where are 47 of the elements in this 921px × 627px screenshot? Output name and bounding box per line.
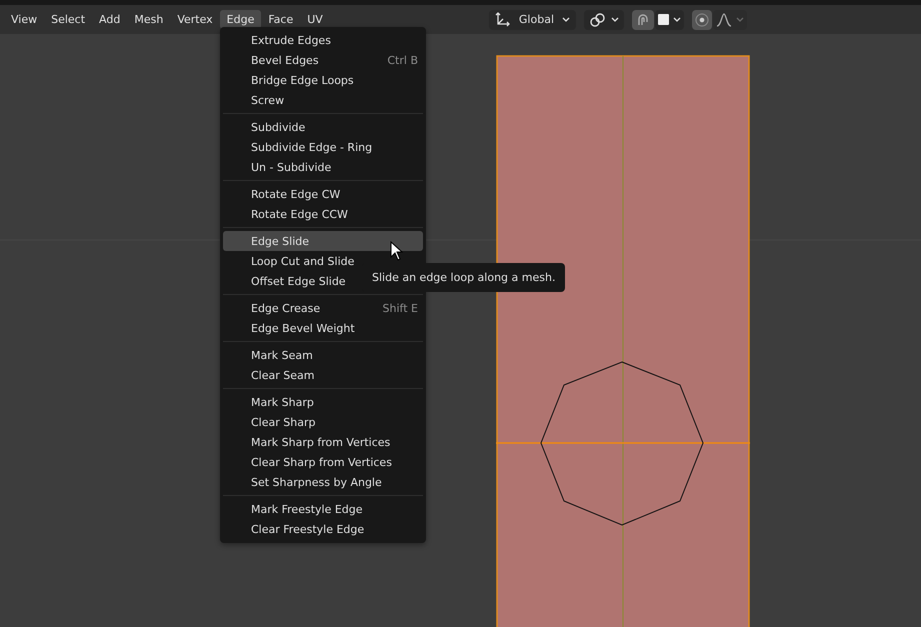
chevron-icon: [562, 16, 570, 22]
menu-item[interactable]: Screw: [223, 90, 423, 110]
menu-item[interactable]: Clear Sharp: [223, 412, 423, 432]
orientation-dropdown[interactable]: Global: [488, 10, 576, 30]
menu-item[interactable]: Set Sharpness by Angle: [223, 472, 423, 492]
menu-item[interactable]: Bridge Edge Loops: [223, 70, 423, 90]
link-icon: [589, 12, 607, 28]
snap-toggle[interactable]: [632, 10, 654, 30]
menu-item[interactable]: Clear Seam: [223, 365, 423, 385]
menu-item[interactable]: Edge Bevel Weight: [223, 318, 423, 338]
menu-item[interactable]: Subdivide: [223, 117, 423, 137]
falloff-dropdown[interactable]: [713, 10, 747, 30]
menu-item[interactable]: Mark Freestyle Edge: [223, 499, 423, 519]
menu-item[interactable]: Subdivide Edge - Ring: [223, 137, 423, 157]
menu-item[interactable]: Vertex: [170, 10, 220, 29]
menu-item[interactable]: Rotate Edge CW: [223, 184, 423, 204]
axes-icon: [494, 12, 511, 28]
menu-item[interactable]: Face: [261, 10, 300, 29]
menu-item[interactable]: Add: [92, 10, 128, 29]
square-icon: [658, 14, 669, 25]
menu-item[interactable]: Un - Subdivide: [223, 157, 423, 177]
menu-item[interactable]: Edge Slide: [223, 231, 423, 251]
menu-item[interactable]: Mark Seam: [223, 345, 423, 365]
menu-item[interactable]: Select: [44, 10, 92, 29]
chevron-icon: [673, 16, 681, 22]
menu-item[interactable]: Edge Crease Shift E: [223, 298, 423, 318]
menu-item[interactable]: Clear Freestyle Edge: [223, 519, 423, 539]
proportional-editing-toggle[interactable]: [692, 10, 712, 30]
chevron-icon: [736, 16, 744, 22]
menu-item[interactable]: Bevel Edges Ctrl B: [223, 50, 423, 70]
menu-item[interactable]: Mark Sharp from Vertices: [223, 432, 423, 452]
snap-target-dropdown[interactable]: [655, 10, 684, 30]
menu-item[interactable]: Edge: [220, 10, 262, 29]
menu-item[interactable]: Extrude Edges: [223, 30, 423, 50]
shortcut-label: Shift E: [382, 302, 418, 314]
curve-icon: [716, 12, 732, 26]
chevron-icon: [611, 16, 619, 22]
menu-item[interactable]: Clear Sharp from Vertices: [223, 452, 423, 472]
menu-item[interactable]: Mesh: [127, 10, 170, 29]
pivot-dropdown[interactable]: [584, 10, 624, 30]
menu-item[interactable]: View: [4, 10, 44, 29]
shortcut-label: Ctrl B: [387, 54, 418, 66]
menu-item[interactable]: Rotate Edge CCW: [223, 204, 423, 224]
cursor-icon: [390, 241, 404, 261]
menu-item[interactable]: UV: [300, 10, 330, 29]
menu-item[interactable]: Mark Sharp: [223, 392, 423, 412]
target-icon: [695, 12, 709, 26]
